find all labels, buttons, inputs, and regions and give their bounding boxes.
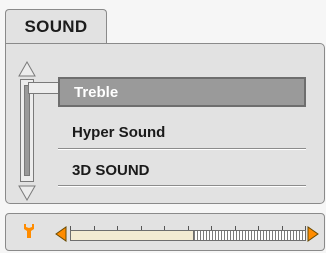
menu-item-3d-sound[interactable]: 3D SOUND bbox=[58, 155, 306, 185]
tab-label: SOUND bbox=[24, 17, 88, 36]
increase-arrow-icon[interactable] bbox=[307, 226, 319, 242]
wrench-icon bbox=[24, 224, 34, 238]
selection-connector bbox=[28, 82, 60, 94]
tab-sound[interactable]: SOUND bbox=[5, 9, 107, 44]
divider bbox=[58, 185, 306, 187]
divider bbox=[58, 148, 306, 150]
scroll-up-arrow-icon[interactable] bbox=[18, 61, 36, 77]
menu-item-label: Hyper Sound bbox=[72, 123, 166, 141]
slider-track[interactable] bbox=[70, 230, 306, 241]
slider-fill bbox=[71, 231, 194, 240]
decrease-arrow-icon[interactable] bbox=[55, 226, 67, 242]
menu-item-hyper-sound[interactable]: Hyper Sound bbox=[58, 117, 306, 147]
menu-item-treble[interactable]: Treble bbox=[58, 77, 306, 107]
scrollbar-thumb[interactable] bbox=[24, 85, 30, 176]
menu-item-label: Treble bbox=[74, 83, 119, 101]
scroll-down-arrow-icon[interactable] bbox=[18, 185, 36, 201]
menu-item-label: 3D SOUND bbox=[72, 161, 150, 179]
